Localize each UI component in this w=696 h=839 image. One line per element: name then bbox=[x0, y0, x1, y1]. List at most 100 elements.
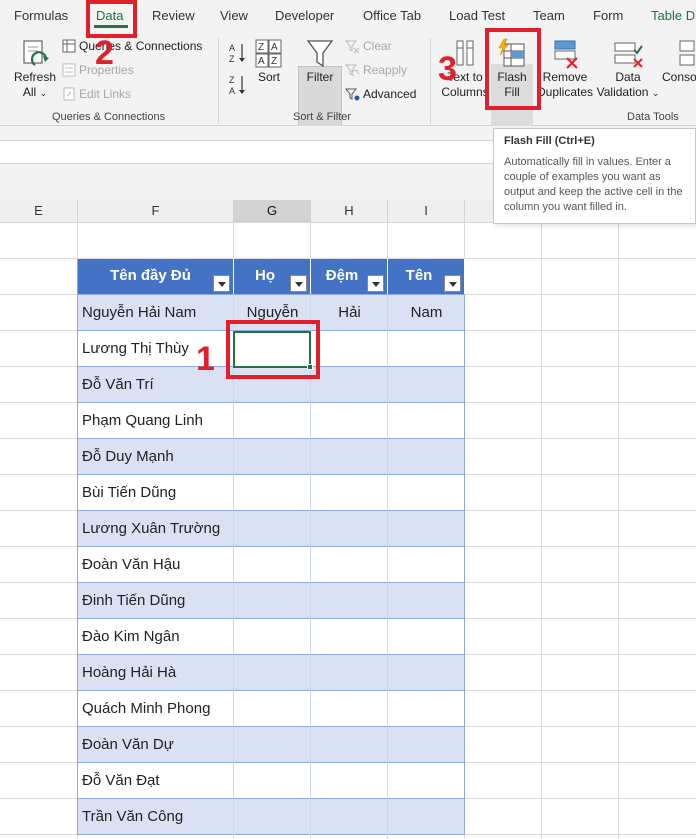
full-name-cell[interactable]: Đoàn Văn Hậu bbox=[78, 547, 234, 583]
full-name-cell[interactable]: Lương Xuân Trường bbox=[78, 511, 234, 547]
split-name-cell[interactable] bbox=[388, 691, 465, 727]
annotation-number-3: 3 bbox=[438, 50, 457, 88]
remove-duplicates-label-2: Duplicates bbox=[536, 85, 594, 99]
sort-z-a-button[interactable]: ZA bbox=[228, 74, 248, 99]
column-header-f[interactable]: F bbox=[78, 200, 234, 223]
reapply-button[interactable]: Reapply bbox=[345, 63, 407, 77]
filter-button[interactable]: Filter bbox=[299, 38, 341, 85]
split-name-cell[interactable] bbox=[311, 403, 388, 439]
data-validation-icon bbox=[614, 42, 643, 68]
sort-button[interactable]: ZAAZ Sort bbox=[253, 38, 285, 85]
full-name-cell[interactable]: Phạm Quang Linh bbox=[78, 403, 234, 439]
full-name-cell[interactable]: Đoàn Văn Dự bbox=[78, 727, 234, 763]
table-header-label: Họ bbox=[255, 267, 275, 284]
split-name-cell[interactable] bbox=[234, 655, 311, 691]
split-name-cell[interactable] bbox=[388, 367, 465, 403]
split-name-cell[interactable] bbox=[388, 799, 465, 835]
tab-form[interactable]: Form bbox=[593, 8, 623, 23]
full-name-cell[interactable]: Trần Văn Công bbox=[78, 799, 234, 835]
split-name-cell[interactable] bbox=[234, 799, 311, 835]
full-name-cell[interactable]: Đinh Tiến Dũng bbox=[78, 583, 234, 619]
split-name-cell[interactable] bbox=[388, 475, 465, 511]
consolidate-button[interactable]: Conso bbox=[662, 38, 696, 85]
remove-duplicates-button[interactable]: Remove Duplicates bbox=[535, 38, 595, 100]
split-name-cell[interactable] bbox=[234, 583, 311, 619]
tab-team[interactable]: Team bbox=[533, 8, 565, 23]
filter-dropdown-icon[interactable] bbox=[367, 275, 384, 292]
full-name-cell[interactable]: Đỗ Văn Đạt bbox=[78, 763, 234, 799]
column-header-g[interactable]: G bbox=[234, 200, 311, 223]
advanced-filter-button[interactable]: Advanced bbox=[345, 87, 416, 101]
tab-table-design[interactable]: Table D bbox=[651, 8, 695, 23]
tab-view[interactable]: View bbox=[220, 8, 248, 23]
split-name-cell[interactable] bbox=[234, 475, 311, 511]
split-name-cell[interactable] bbox=[311, 619, 388, 655]
split-name-cell[interactable] bbox=[311, 691, 388, 727]
full-name-cell[interactable]: Đào Kim Ngân bbox=[78, 619, 234, 655]
split-name-cell[interactable] bbox=[234, 547, 311, 583]
split-name-cell[interactable] bbox=[311, 439, 388, 475]
column-header-e[interactable]: E bbox=[0, 200, 78, 223]
full-name-cell[interactable]: Hoàng Hải Hà bbox=[78, 655, 234, 691]
split-name-cell[interactable] bbox=[388, 331, 465, 367]
split-name-cell[interactable] bbox=[234, 619, 311, 655]
table-header-full-name[interactable]: Tên đầy Đủ bbox=[78, 259, 234, 294]
full-name-cell[interactable]: Đỗ Duy Mạnh bbox=[78, 439, 234, 475]
split-name-cell[interactable] bbox=[311, 655, 388, 691]
split-name-cell[interactable] bbox=[388, 655, 465, 691]
split-name-cell[interactable] bbox=[311, 511, 388, 547]
tab-developer[interactable]: Developer bbox=[275, 8, 334, 23]
queries-connections-button[interactable]: Queries & Connections bbox=[62, 39, 202, 53]
full-name-cell[interactable]: Bùi Tiến Dũng bbox=[78, 475, 234, 511]
tab-load-test[interactable]: Load Test bbox=[449, 8, 505, 23]
split-name-cell[interactable] bbox=[388, 763, 465, 799]
sort-filter-group-label: Sort & Filter bbox=[293, 111, 352, 123]
split-name-cell[interactable]: Hải bbox=[311, 295, 388, 331]
queries-connections-icon bbox=[62, 39, 76, 53]
split-name-cell[interactable] bbox=[388, 619, 465, 655]
refresh-all-label-line2: All ⌄ bbox=[22, 85, 48, 99]
tab-review[interactable]: Review bbox=[152, 8, 195, 23]
split-name-cell[interactable] bbox=[388, 403, 465, 439]
refresh-all-button[interactable]: Refresh All ⌄ bbox=[10, 38, 60, 101]
split-name-cell[interactable] bbox=[311, 799, 388, 835]
filter-dropdown-icon[interactable] bbox=[213, 275, 230, 292]
split-name-cell[interactable] bbox=[234, 691, 311, 727]
split-name-cell[interactable] bbox=[311, 331, 388, 367]
split-name-cell[interactable] bbox=[311, 727, 388, 763]
split-name-cell[interactable] bbox=[311, 583, 388, 619]
filter-dropdown-icon[interactable] bbox=[290, 275, 307, 292]
column-header-h[interactable]: H bbox=[311, 200, 388, 223]
split-name-cell[interactable] bbox=[388, 727, 465, 763]
tab-formulas[interactable]: Formulas bbox=[14, 8, 68, 23]
split-name-cell[interactable] bbox=[388, 583, 465, 619]
svg-text:Z: Z bbox=[229, 54, 235, 64]
svg-text:Z: Z bbox=[229, 75, 235, 85]
clear-filter-button[interactable]: Clear bbox=[345, 39, 392, 54]
annotation-box-cell-g3 bbox=[226, 320, 320, 379]
flash-fill-tooltip: Flash Fill (Ctrl+E) Automatically fill i… bbox=[493, 128, 696, 224]
split-name-cell[interactable] bbox=[311, 475, 388, 511]
full-name-cell[interactable]: Quách Minh Phong bbox=[78, 691, 234, 727]
split-name-cell[interactable] bbox=[234, 439, 311, 475]
filter-dropdown-icon[interactable] bbox=[444, 275, 461, 292]
edit-links-button[interactable]: Edit Links bbox=[62, 87, 131, 101]
data-tools-group-label: Data Tools bbox=[627, 111, 679, 123]
split-name-cell[interactable] bbox=[388, 547, 465, 583]
split-name-cell[interactable] bbox=[311, 547, 388, 583]
split-name-cell[interactable] bbox=[388, 511, 465, 547]
split-name-cell[interactable] bbox=[234, 403, 311, 439]
sort-a-z-button[interactable]: AZ bbox=[228, 42, 248, 67]
split-name-cell[interactable] bbox=[234, 727, 311, 763]
split-name-cell[interactable]: Nam bbox=[388, 295, 465, 331]
split-name-cell[interactable] bbox=[234, 511, 311, 547]
split-name-cell[interactable] bbox=[311, 367, 388, 403]
split-name-cell[interactable] bbox=[311, 763, 388, 799]
full-name-cell[interactable]: Nguyễn Hải Nam bbox=[78, 295, 234, 331]
data-validation-button[interactable]: Data Validation ⌄ bbox=[596, 38, 660, 101]
column-header-i[interactable]: I bbox=[388, 200, 465, 223]
split-name-cell[interactable] bbox=[388, 439, 465, 475]
split-name-cell[interactable] bbox=[234, 763, 311, 799]
sort-dialog-icon: Z AA Z bbox=[255, 39, 282, 68]
tab-office-tab[interactable]: Office Tab bbox=[363, 8, 421, 23]
